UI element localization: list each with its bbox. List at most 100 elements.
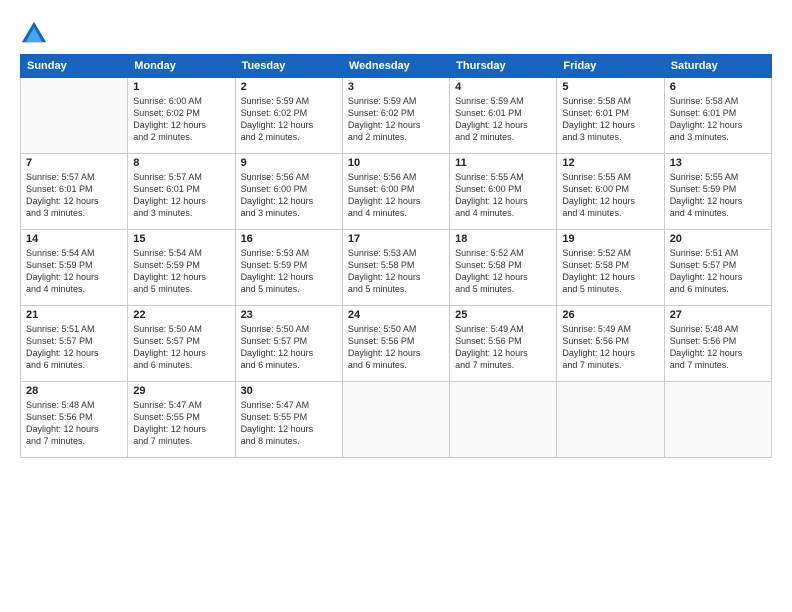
day-info: Sunrise: 5:58 AMSunset: 6:01 PMDaylight:… [670, 95, 766, 144]
day-number: 23 [241, 309, 337, 321]
calendar-cell: 20Sunrise: 5:51 AMSunset: 5:57 PMDayligh… [664, 230, 771, 306]
day-info: Sunrise: 5:53 AMSunset: 5:59 PMDaylight:… [241, 247, 337, 296]
day-info: Sunrise: 5:50 AMSunset: 5:56 PMDaylight:… [348, 323, 444, 372]
day-number: 19 [562, 233, 658, 245]
day-info: Sunrise: 5:52 AMSunset: 5:58 PMDaylight:… [562, 247, 658, 296]
header [20, 18, 772, 46]
calendar-cell: 27 Sunrise: 5:48 AMSunset: 5:56 PMDayligh… [664, 306, 771, 382]
day-number: 9 [241, 157, 337, 169]
day-info: Sunrise: 5:53 AMSunset: 5:58 PMDaylight:… [348, 247, 444, 296]
logo [20, 18, 52, 46]
day-info: Sunrise: 6:00 AMSunset: 6:02 PMDaylight:… [133, 95, 229, 144]
day-info: Sunrise: 5:55 AMSunset: 5:59 PMDaylight:… [670, 171, 766, 220]
day-info: Sunrise: 5:55 AMSunset: 6:00 PMDaylight:… [562, 171, 658, 220]
calendar-cell: 29 Sunrise: 5:47 AMSunset: 5:55 PMDayligh… [128, 382, 235, 458]
calendar-cell: 4 Sunrise: 5:59 AMSunset: 6:01 PMDaylight… [450, 78, 557, 154]
week-row-2: 7 Sunrise: 5:57 AMSunset: 6:01 PMDaylight… [21, 154, 772, 230]
day-number: 18 [455, 233, 551, 245]
weekday-header-tuesday: Tuesday [235, 55, 342, 78]
day-info: Sunrise: 5:59 AMSunset: 6:02 PMDaylight:… [348, 95, 444, 144]
calendar-cell: 22 Sunrise: 5:50 AMSunset: 5:57 PMDayligh… [128, 306, 235, 382]
day-info: Sunrise: 5:48 AMSunset: 5:56 PMDaylight:… [26, 399, 122, 448]
weekday-header-monday: Monday [128, 55, 235, 78]
calendar-cell: 13 Sunrise: 5:55 AMSunset: 5:59 PMDayligh… [664, 154, 771, 230]
day-info: Sunrise: 5:47 AMSunset: 5:55 PMDaylight:… [241, 399, 337, 448]
day-info: Sunrise: 5:47 AMSunset: 5:55 PMDaylight:… [133, 399, 229, 448]
day-info: Sunrise: 5:56 AMSunset: 6:00 PMDaylight:… [241, 171, 337, 220]
calendar-cell: 26 Sunrise: 5:49 AMSunset: 5:56 PMDayligh… [557, 306, 664, 382]
day-number: 8 [133, 157, 229, 169]
weekday-header-wednesday: Wednesday [342, 55, 449, 78]
day-info: Sunrise: 5:57 AMSunset: 6:01 PMDaylight:… [133, 171, 229, 220]
weekday-header-friday: Friday [557, 55, 664, 78]
calendar-cell: 19 Sunrise: 5:52 AMSunset: 5:58 PMDayligh… [557, 230, 664, 306]
calendar-cell: 3 Sunrise: 5:59 AMSunset: 6:02 PMDaylight… [342, 78, 449, 154]
day-number: 22 [133, 309, 229, 321]
day-number: 2 [241, 81, 337, 93]
calendar-cell: 25 Sunrise: 5:49 AMSunset: 5:56 PMDayligh… [450, 306, 557, 382]
day-number: 11 [455, 157, 551, 169]
day-number: 29 [133, 385, 229, 397]
day-info: Sunrise: 5:52 AMSunset: 5:58 PMDaylight:… [455, 247, 551, 296]
calendar-cell [557, 382, 664, 458]
calendar-cell [21, 78, 128, 154]
day-info: Sunrise: 5:49 AMSunset: 5:56 PMDaylight:… [455, 323, 551, 372]
day-info: Sunrise: 5:51 AMSunset: 5:57 PMDaylight:… [670, 247, 766, 296]
weekday-header-sunday: Sunday [21, 55, 128, 78]
day-number: 25 [455, 309, 551, 321]
calendar-cell: 9 Sunrise: 5:56 AMSunset: 6:00 PMDaylight… [235, 154, 342, 230]
day-number: 27 [670, 309, 766, 321]
week-row-1: 1 Sunrise: 6:00 AMSunset: 6:02 PMDaylight… [21, 78, 772, 154]
week-row-4: 21 Sunrise: 5:51 AMSunset: 5:57 PMDayligh… [21, 306, 772, 382]
day-info: Sunrise: 5:54 AMSunset: 5:59 PMDaylight:… [133, 247, 229, 296]
calendar-cell: 30 Sunrise: 5:47 AMSunset: 5:55 PMDayligh… [235, 382, 342, 458]
calendar-cell: 21 Sunrise: 5:51 AMSunset: 5:57 PMDayligh… [21, 306, 128, 382]
week-row-5: 28Sunrise: 5:48 AMSunset: 5:56 PMDayligh… [21, 382, 772, 458]
calendar-cell: 17 Sunrise: 5:53 AMSunset: 5:58 PMDayligh… [342, 230, 449, 306]
page: SundayMondayTuesdayWednesdayThursdayFrid… [0, 0, 792, 612]
weekday-header-thursday: Thursday [450, 55, 557, 78]
day-info: Sunrise: 5:48 AMSunset: 5:56 PMDaylight:… [670, 323, 766, 372]
day-number: 21 [26, 309, 122, 321]
calendar-cell: 8 Sunrise: 5:57 AMSunset: 6:01 PMDaylight… [128, 154, 235, 230]
calendar-cell: 24 Sunrise: 5:50 AMSunset: 5:56 PMDayligh… [342, 306, 449, 382]
day-info: Sunrise: 5:58 AMSunset: 6:01 PMDaylight:… [562, 95, 658, 144]
day-number: 10 [348, 157, 444, 169]
day-info: Sunrise: 5:59 AMSunset: 6:01 PMDaylight:… [455, 95, 551, 144]
calendar-cell: 28Sunrise: 5:48 AMSunset: 5:56 PMDayligh… [21, 382, 128, 458]
day-number: 6 [670, 81, 766, 93]
day-number: 17 [348, 233, 444, 245]
day-info: Sunrise: 5:57 AMSunset: 6:01 PMDaylight:… [26, 171, 122, 220]
calendar-cell: 11Sunrise: 5:55 AMSunset: 6:00 PMDayligh… [450, 154, 557, 230]
calendar-cell: 16 Sunrise: 5:53 AMSunset: 5:59 PMDayligh… [235, 230, 342, 306]
calendar-cell [450, 382, 557, 458]
calendar-cell: 6 Sunrise: 5:58 AMSunset: 6:01 PMDaylight… [664, 78, 771, 154]
day-number: 14 [26, 233, 122, 245]
day-number: 1 [133, 81, 229, 93]
day-number: 30 [241, 385, 337, 397]
day-number: 5 [562, 81, 658, 93]
day-info: Sunrise: 5:50 AMSunset: 5:57 PMDaylight:… [133, 323, 229, 372]
day-number: 13 [670, 157, 766, 169]
day-number: 26 [562, 309, 658, 321]
calendar-cell: 14 Sunrise: 5:54 AMSunset: 5:59 PMDayligh… [21, 230, 128, 306]
calendar-cell: 12 Sunrise: 5:55 AMSunset: 6:00 PMDayligh… [557, 154, 664, 230]
calendar-cell [342, 382, 449, 458]
calendar-cell: 5 Sunrise: 5:58 AMSunset: 6:01 PMDaylight… [557, 78, 664, 154]
day-number: 12 [562, 157, 658, 169]
day-info: Sunrise: 5:51 AMSunset: 5:57 PMDaylight:… [26, 323, 122, 372]
day-number: 4 [455, 81, 551, 93]
day-number: 24 [348, 309, 444, 321]
week-row-3: 14 Sunrise: 5:54 AMSunset: 5:59 PMDayligh… [21, 230, 772, 306]
calendar-cell: 23 Sunrise: 5:50 AMSunset: 5:57 PMDayligh… [235, 306, 342, 382]
day-info: Sunrise: 5:49 AMSunset: 5:56 PMDaylight:… [562, 323, 658, 372]
calendar-cell [664, 382, 771, 458]
day-number: 7 [26, 157, 122, 169]
logo-icon [20, 18, 48, 46]
day-info: Sunrise: 5:50 AMSunset: 5:57 PMDaylight:… [241, 323, 337, 372]
day-number: 3 [348, 81, 444, 93]
day-number: 16 [241, 233, 337, 245]
day-info: Sunrise: 5:54 AMSunset: 5:59 PMDaylight:… [26, 247, 122, 296]
calendar-cell: 10Sunrise: 5:56 AMSunset: 6:00 PMDayligh… [342, 154, 449, 230]
weekday-header-row: SundayMondayTuesdayWednesdayThursdayFrid… [21, 55, 772, 78]
